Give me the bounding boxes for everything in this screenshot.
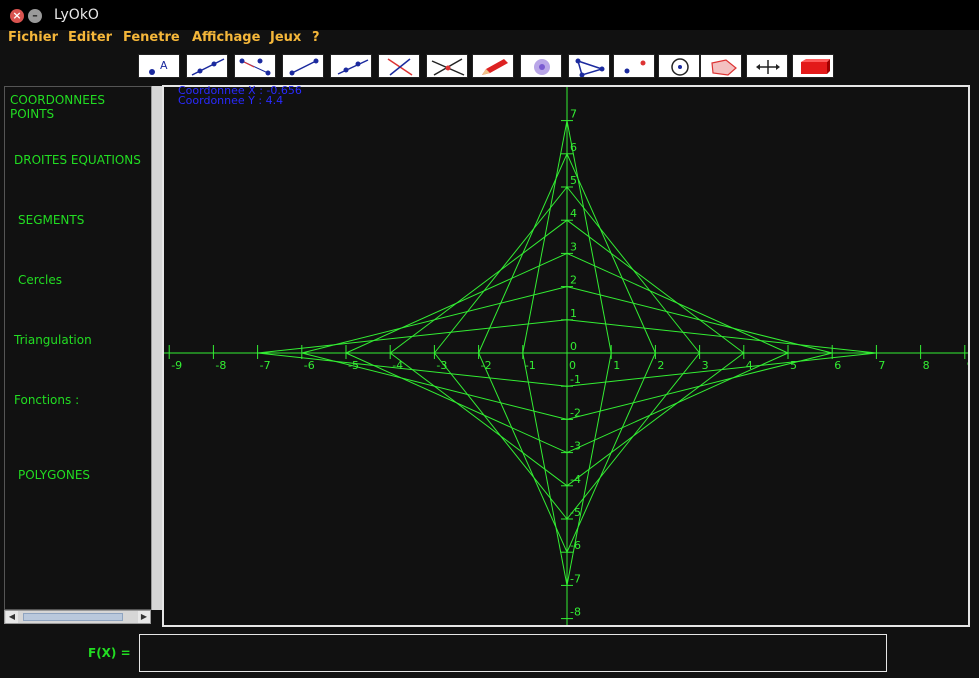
sidebar-horizontal-scrollbar[interactable]: ◀ ▶ [4,610,151,624]
segment-icon [289,58,319,76]
x-tick-label: 5 [790,359,797,372]
x-tick-label: 0 [569,359,576,372]
y-tick-label: 5 [570,174,577,187]
tool-triangle-points-button[interactable] [234,54,276,78]
window-title: LyOkO [54,7,99,23]
circle-icon [671,58,689,76]
x-tick-label: -9 [171,359,182,372]
intersect-lines-icon [431,58,465,76]
tool-flower-button[interactable] [520,54,562,78]
point-label-icon: A [149,59,168,75]
menu-help[interactable]: ? [312,30,320,46]
tool-ray-button[interactable] [330,54,372,78]
menu-editer[interactable]: Editer [68,30,112,46]
astroid-line [566,252,789,354]
x-tick-label: -3 [436,359,447,372]
title-bar: × – LyOkO [0,0,979,30]
ray-icon [337,59,369,75]
cursor-coordinates: Coordonnee X : -0.656 Coordonnee Y : 4.4 [178,85,302,107]
astroid-line [566,286,833,354]
menu-fenetre[interactable]: Fenetre [123,30,180,46]
origin-label: 0 [570,340,577,353]
x-tick-label: -6 [304,359,315,372]
sidebar-item-cercles[interactable]: Cercles [18,273,62,287]
y-tick-label: 7 [570,108,577,121]
scroll-thumb[interactable] [23,613,123,621]
sidebar-item-polygones[interactable]: POLYGONES [18,468,90,482]
x-tick-label: 8 [923,359,930,372]
move-arrows-icon [756,60,780,74]
y-tick-label: 4 [570,207,577,220]
toolbar: A [0,47,979,84]
x-tick-label: 6 [834,359,841,372]
sidebar-item-segments[interactable]: SEGMENTS [18,213,84,227]
sidebar-item-fonctions[interactable]: Fonctions : [14,393,79,407]
astroid-line [566,352,745,487]
svg-text:A: A [160,59,168,72]
two-points-icon [624,60,646,74]
sidebar: COORDONNEES POINTS DROITES EQUATIONS SEG… [4,86,153,610]
astroid-line [389,352,568,487]
minimize-icon[interactable]: – [28,9,42,23]
tool-pencil-button[interactable] [472,54,514,78]
triangle-points-icon [239,58,271,76]
sidebar-item-triangulation[interactable]: Triangulation [14,333,92,347]
sidebar-item-droites-equations[interactable]: DROITES EQUATIONS [14,153,141,167]
y-tick-label: -7 [570,572,581,585]
tool-line-button[interactable] [186,54,228,78]
polygon-icon [711,59,737,76]
y-tick-label: 2 [570,274,577,287]
sidebar-vertical-scrollbar[interactable] [151,86,162,610]
tool-perpendicular-button[interactable] [378,54,420,78]
astroid-line [566,352,789,454]
window-right-edge [969,46,979,678]
tool-point-button[interactable]: A [138,54,180,78]
x-tick-label: -8 [215,359,226,372]
perpendicular-lines-icon [387,58,413,76]
red-block-icon [801,59,830,74]
x-tick-label: 7 [878,359,885,372]
menu-fichier[interactable]: Fichier [8,30,58,46]
astroid-line [301,286,568,354]
function-label: F(X) = [88,646,131,660]
tool-segment-button[interactable] [282,54,324,78]
astroid-line [566,219,745,354]
y-tick-label: -1 [570,373,581,386]
pencil-icon [482,59,508,75]
tool-move-button[interactable] [746,54,788,78]
menu-bar: Fichier Editer Fenetre Affichage Jeux ? [0,30,979,47]
triangle-icon [575,58,605,77]
astroid-line [345,252,568,354]
astroid-line [257,319,568,354]
sidebar-item-coordonnees-points[interactable]: COORDONNEES POINTS [10,93,152,121]
graph-svg[interactable]: -9-8-7-6-5-4-3-2-101234567890-8-7-6-5-4-… [164,87,974,625]
scroll-right-icon[interactable]: ▶ [138,611,150,623]
graph-canvas[interactable]: -9-8-7-6-5-4-3-2-101234567890-8-7-6-5-4-… [162,85,974,627]
y-tick-label: -8 [570,606,581,619]
x-tick-label: 3 [702,359,709,372]
menu-jeux[interactable]: Jeux [270,30,301,46]
menu-affichage[interactable]: Affichage [192,30,260,46]
y-tick-label: 1 [570,307,577,320]
close-icon[interactable]: × [10,9,24,23]
x-tick-label: 9 [967,359,968,372]
flower-icon [534,59,550,75]
tool-circle-button[interactable] [658,54,700,78]
x-tick-label: 2 [657,359,664,372]
tool-polygon-button[interactable] [700,54,742,78]
x-tick-label: -7 [260,359,271,372]
y-tick-label: 3 [570,240,577,253]
scroll-left-icon[interactable]: ◀ [6,611,18,623]
tool-two-points-button[interactable] [613,54,655,78]
astroid-line [566,352,833,420]
astroid-line [389,219,568,354]
tool-intersect-button[interactable] [426,54,468,78]
line-two-points-icon [191,58,225,76]
astroid-line [566,319,877,354]
tool-triangle-button[interactable] [568,54,610,78]
coord-y-readout: Coordonnee Y : 4.4 [178,94,284,107]
x-tick-label: 1 [613,359,620,372]
function-input[interactable] [139,634,887,672]
tool-block-button[interactable] [792,54,834,78]
